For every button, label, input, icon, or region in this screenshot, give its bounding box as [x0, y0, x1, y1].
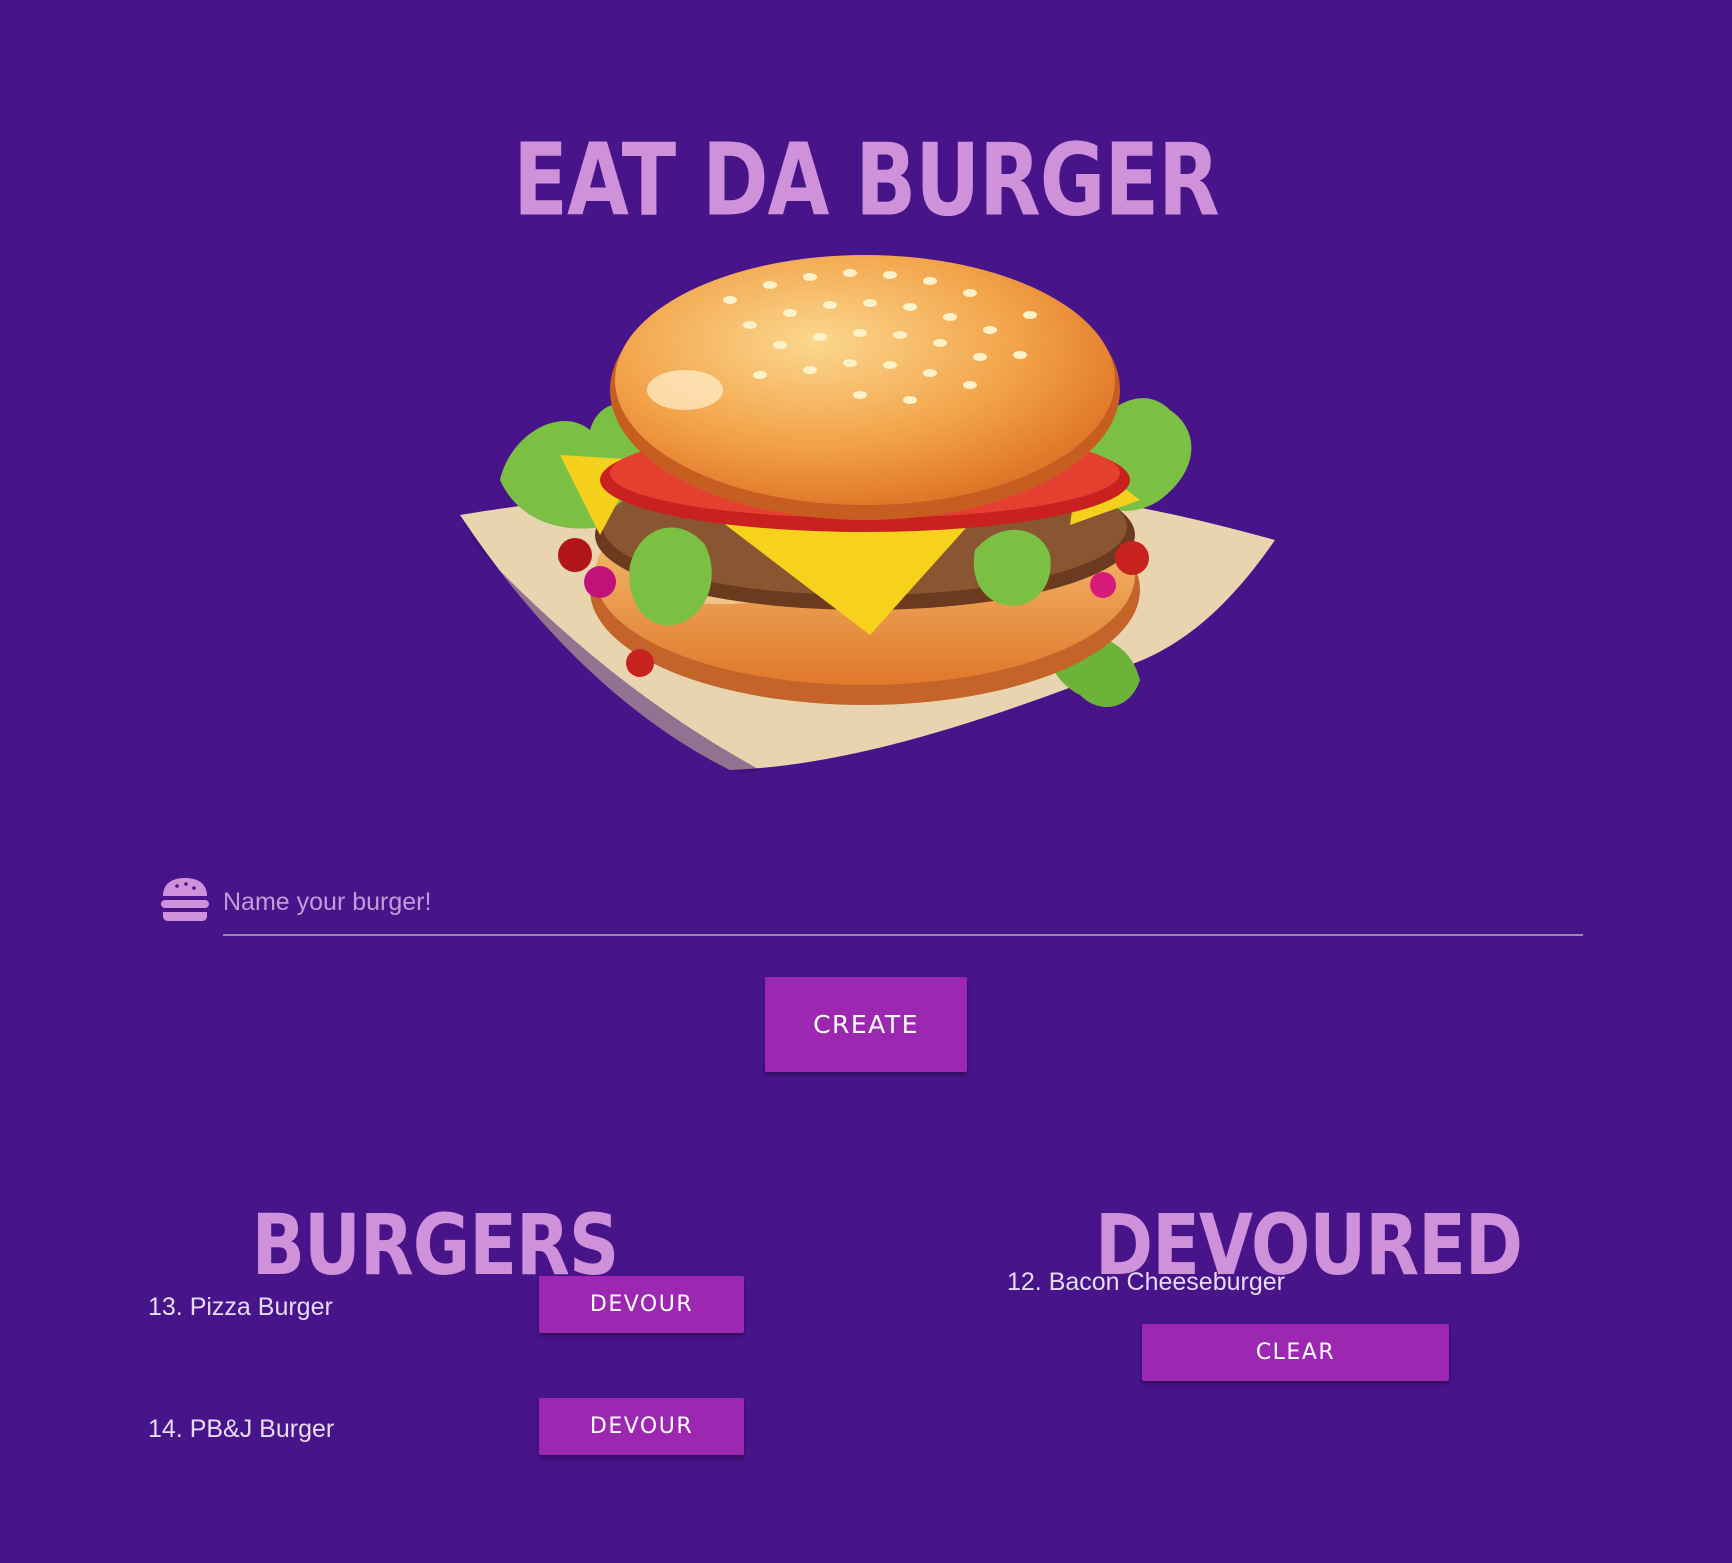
devoured-item-label: 12. Bacon Cheeseburger: [1007, 1268, 1285, 1296]
burger-item-label: 14. PB&J Burger: [148, 1415, 335, 1443]
devour-button[interactable]: Devour: [539, 1276, 744, 1333]
burger-item-label: 13. Pizza Burger: [148, 1293, 333, 1321]
clear-button[interactable]: Clear: [1142, 1324, 1449, 1381]
hamburger-icon: [160, 876, 210, 922]
burger-name-input[interactable]: [223, 870, 1583, 936]
create-button[interactable]: Create: [765, 977, 967, 1072]
burger-form: [158, 868, 1583, 938]
hamburger-illustration: [440, 245, 1300, 805]
page-title: Eat Da Burger: [513, 121, 1219, 238]
devour-button[interactable]: Devour: [539, 1398, 744, 1455]
